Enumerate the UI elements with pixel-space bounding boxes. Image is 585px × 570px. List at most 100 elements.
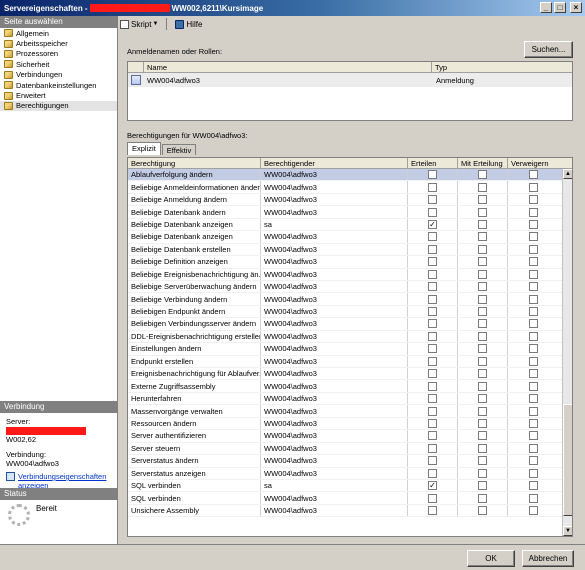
deny-checkbox[interactable] xyxy=(528,406,538,416)
deny-checkbox[interactable] xyxy=(528,431,538,441)
column-header-with-grant[interactable]: Mit Erteilung xyxy=(458,158,508,168)
grant-checkbox[interactable] xyxy=(428,331,437,341)
deny-checkbox[interactable] xyxy=(528,381,538,391)
column-header-grant[interactable]: Erteilen xyxy=(408,158,458,168)
deny-checkbox[interactable] xyxy=(528,182,538,192)
tab-explizit[interactable]: Explizit xyxy=(127,142,161,155)
table-row[interactable]: SQL verbinden WW004\adfwo3 xyxy=(128,492,572,505)
script-button[interactable]: Skript ▼ xyxy=(120,19,158,29)
with-grant-checkbox[interactable] xyxy=(478,195,487,205)
grant-checkbox[interactable]: ✓ xyxy=(428,481,437,491)
column-header-name[interactable]: Name xyxy=(144,62,432,72)
close-button[interactable]: × xyxy=(570,2,582,13)
with-grant-checkbox[interactable] xyxy=(478,431,487,441)
deny-checkbox[interactable] xyxy=(528,244,538,254)
grant-checkbox[interactable] xyxy=(428,294,437,304)
column-header-deny[interactable]: Verweigern xyxy=(508,158,558,168)
deny-checkbox[interactable] xyxy=(528,394,538,404)
table-row[interactable]: Beliebige Datenbank anzeigen WW004\adfwo3 xyxy=(128,231,572,244)
deny-checkbox[interactable] xyxy=(528,356,538,366)
deny-checkbox[interactable] xyxy=(528,319,538,329)
sidebar-item-berechtigungen[interactable]: Berechtigungen xyxy=(0,100,117,112)
deny-checkbox[interactable] xyxy=(528,282,538,292)
deny-checkbox[interactable] xyxy=(528,195,538,205)
sidebar-item-datenbankeinstellungen[interactable]: Datenbankeinstellungen xyxy=(0,80,117,90)
deny-checkbox[interactable] xyxy=(528,219,538,229)
with-grant-checkbox[interactable] xyxy=(478,394,487,404)
table-row[interactable]: Beliebigen Endpunkt ändern WW004\adfwo3 xyxy=(128,305,572,319)
table-row[interactable]: Server steuern WW004\adfwo3 xyxy=(128,442,572,456)
scrollbar-thumb[interactable] xyxy=(563,404,572,516)
deny-checkbox[interactable] xyxy=(528,232,538,242)
table-row[interactable]: Beliebige Serverüberwachung ändern WW004\… xyxy=(128,280,572,294)
deny-checkbox[interactable] xyxy=(528,493,538,503)
deny-checkbox[interactable] xyxy=(528,207,538,217)
with-grant-checkbox[interactable] xyxy=(478,506,487,516)
deny-checkbox[interactable] xyxy=(528,456,538,466)
with-grant-checkbox[interactable] xyxy=(478,182,487,192)
scroll-down-icon[interactable]: ▼ xyxy=(563,526,572,536)
deny-checkbox[interactable] xyxy=(528,468,538,478)
grant-checkbox[interactable] xyxy=(428,182,437,192)
table-row[interactable]: Beliebige Anmeldung ändern WW004\adfwo3 xyxy=(128,193,572,207)
with-grant-checkbox[interactable] xyxy=(478,269,487,279)
table-row[interactable]: WW004\adfwo3 Anmeldung xyxy=(128,73,572,87)
table-row[interactable]: Beliebige Datenbank ändern WW004\adfwo3 xyxy=(128,206,572,219)
table-row[interactable]: Ressourcen ändern WW004\adfwo3 xyxy=(128,417,572,431)
table-row[interactable]: Massenvorgänge verwalten WW004\adfwo3 xyxy=(128,405,572,418)
table-row[interactable]: Serverstatus anzeigen WW004\adfwo3 xyxy=(128,467,572,480)
table-row[interactable]: Beliebige Ereignisbenachrichtigung än...… xyxy=(128,268,572,281)
grant-checkbox[interactable] xyxy=(428,319,437,329)
grant-checkbox[interactable] xyxy=(428,456,437,466)
table-row[interactable]: Beliebige Datenbank erstellen WW004\adfwo… xyxy=(128,243,572,257)
grant-checkbox[interactable] xyxy=(428,394,437,404)
with-grant-checkbox[interactable] xyxy=(478,356,487,366)
with-grant-checkbox[interactable] xyxy=(478,307,487,317)
with-grant-checkbox[interactable] xyxy=(478,282,487,292)
table-row[interactable]: SQL verbinden sa ✓ xyxy=(128,479,572,493)
deny-checkbox[interactable] xyxy=(528,170,538,180)
with-grant-checkbox[interactable] xyxy=(478,219,487,229)
cancel-button[interactable]: Abbrechen xyxy=(522,550,574,567)
table-row[interactable]: Ablaufverfolgung ändern WW004\adfwo3 xyxy=(128,169,572,182)
deny-checkbox[interactable] xyxy=(528,481,538,491)
grant-checkbox[interactable] xyxy=(428,506,437,516)
with-grant-checkbox[interactable] xyxy=(478,443,487,453)
with-grant-checkbox[interactable] xyxy=(478,244,487,254)
with-grant-checkbox[interactable] xyxy=(478,207,487,217)
table-row[interactable]: DDL-Ereignisbenachrichtigung erstellen WW… xyxy=(128,330,572,344)
table-row[interactable]: Beliebige Datenbank anzeigen sa ✓ xyxy=(128,218,572,232)
grant-checkbox[interactable] xyxy=(428,493,437,503)
grant-checkbox[interactable] xyxy=(428,244,437,254)
sidebar-item-allgemein[interactable]: Allgemein xyxy=(0,28,117,38)
grant-checkbox[interactable] xyxy=(428,344,437,354)
with-grant-checkbox[interactable] xyxy=(478,381,487,391)
grant-checkbox[interactable] xyxy=(428,207,437,217)
table-row[interactable]: Serverstatus ändern WW004\adfwo3 xyxy=(128,455,572,468)
vertical-scrollbar[interactable]: ▲ ▼ xyxy=(562,169,572,536)
with-grant-checkbox[interactable] xyxy=(478,406,487,416)
deny-checkbox[interactable] xyxy=(528,418,538,428)
deny-checkbox[interactable] xyxy=(528,294,538,304)
help-button[interactable]: Hilfe xyxy=(175,19,202,29)
grant-checkbox[interactable] xyxy=(428,195,437,205)
sidebar-item-sicherheit[interactable]: Sicherheit xyxy=(0,59,117,69)
with-grant-checkbox[interactable] xyxy=(478,369,487,379)
grant-checkbox[interactable] xyxy=(428,282,437,292)
grant-checkbox[interactable] xyxy=(428,369,437,379)
deny-checkbox[interactable] xyxy=(528,443,538,453)
grant-checkbox[interactable] xyxy=(428,406,437,416)
sidebar-item-erweitert[interactable]: Erweitert xyxy=(0,90,117,100)
with-grant-checkbox[interactable] xyxy=(478,481,487,491)
table-row[interactable]: Externe Zugriffsassembly WW004\adfwo3 xyxy=(128,380,572,393)
grant-checkbox[interactable] xyxy=(428,269,437,279)
grant-checkbox[interactable] xyxy=(428,443,437,453)
table-row[interactable]: Ereignisbenachrichtigung für Ablaufver..… xyxy=(128,368,572,381)
deny-checkbox[interactable] xyxy=(528,369,538,379)
grant-checkbox[interactable] xyxy=(428,468,437,478)
table-row[interactable]: Beliebige Anmeldeinformationen ändern WW0… xyxy=(128,181,572,194)
ok-button[interactable]: OK xyxy=(467,550,515,567)
grant-checkbox[interactable] xyxy=(428,232,437,242)
grant-checkbox[interactable] xyxy=(428,431,437,441)
deny-checkbox[interactable] xyxy=(528,307,538,317)
